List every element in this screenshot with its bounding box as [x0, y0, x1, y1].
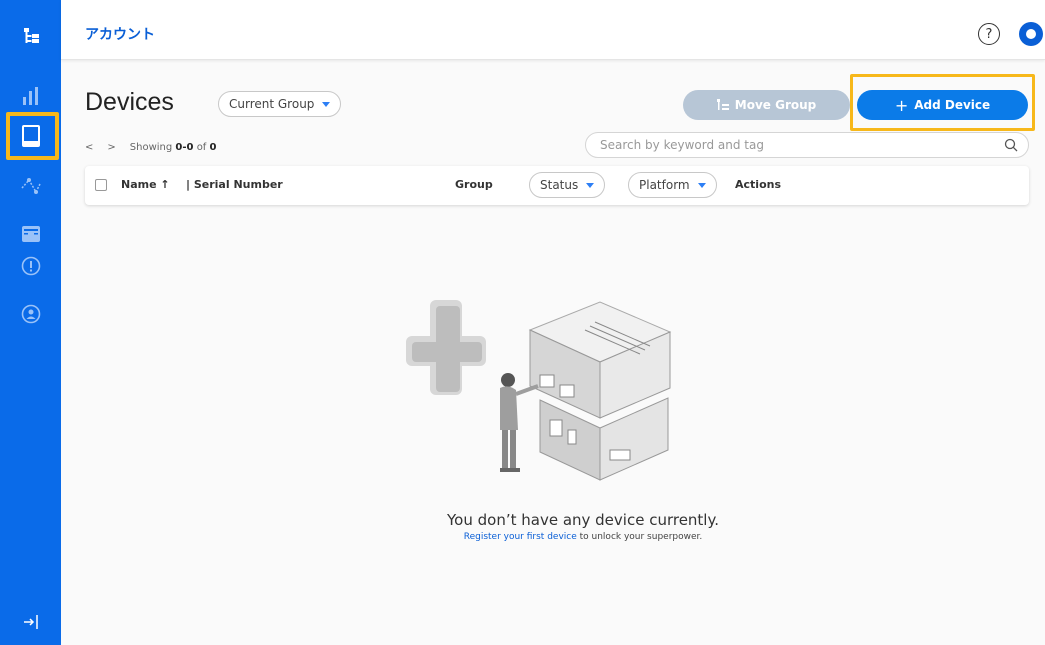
- move-group-button[interactable]: Move Group: [683, 90, 850, 120]
- status-filter-dropdown[interactable]: Status: [529, 172, 606, 198]
- search-icon[interactable]: [1004, 138, 1018, 152]
- move-group-label: Move Group: [734, 98, 817, 112]
- search-placeholder: Search by keyword and tag: [600, 138, 764, 152]
- chevron-down-icon: [586, 182, 595, 188]
- empty-state-subtitle-rest: to unlock your superpower.: [576, 532, 703, 542]
- col-serial-number[interactable]: | Serial Number: [186, 178, 283, 191]
- page-title: Devices: [85, 88, 174, 116]
- chevron-down-icon: [697, 182, 706, 188]
- top-bar: アカウント ?: [61, 0, 1045, 60]
- bar-chart-icon[interactable]: [0, 78, 61, 114]
- search-input[interactable]: Search by keyword and tag: [585, 132, 1029, 158]
- collapse-icon[interactable]: [0, 604, 61, 640]
- next-page-icon[interactable]: >: [107, 142, 115, 153]
- group-filter-dropdown[interactable]: Current Group: [218, 91, 342, 117]
- device-table-header: Name ↑ | Serial Number Group Status Plat…: [85, 166, 1029, 205]
- of-label: of: [196, 141, 207, 153]
- empty-state-illustration: [406, 300, 672, 481]
- group-filter-label: Current Group: [229, 97, 315, 111]
- device-nav-highlight: [6, 112, 59, 160]
- col-actions: Actions: [735, 178, 781, 191]
- pagination-summary: Showing 0-0 of 0: [130, 142, 217, 153]
- range-value: 0-0: [175, 141, 194, 153]
- account-label[interactable]: アカウント: [85, 24, 155, 44]
- add-device-highlight: [850, 74, 1035, 131]
- tree-icon: [716, 99, 729, 110]
- alert-icon[interactable]: [0, 248, 61, 284]
- col-name[interactable]: Name ↑: [121, 178, 170, 191]
- empty-state-title: You don’t have any device currently.: [447, 511, 719, 529]
- tree-icon[interactable]: [0, 18, 61, 54]
- sidebar: [0, 0, 61, 645]
- user-shield-icon[interactable]: [0, 296, 61, 332]
- prev-page-icon[interactable]: <: [85, 142, 93, 153]
- col-group: Group: [455, 178, 493, 191]
- network-icon[interactable]: [0, 168, 61, 204]
- platform-filter-label: Platform: [639, 178, 690, 192]
- select-all-checkbox[interactable]: [95, 179, 107, 191]
- total-value: 0: [209, 141, 217, 153]
- help-icon[interactable]: ?: [978, 23, 1000, 45]
- platform-filter-dropdown[interactable]: Platform: [628, 172, 717, 198]
- pagination: < > Showing 0-0 of 0: [85, 138, 216, 156]
- chevron-down-icon: [322, 101, 331, 107]
- status-filter-label: Status: [540, 178, 579, 192]
- empty-state-subtitle: Register your first device to unlock you…: [0, 532, 1045, 542]
- register-device-link[interactable]: Register your first device: [464, 532, 577, 542]
- inbox-icon[interactable]: [0, 216, 61, 252]
- showing-label: Showing: [129, 141, 173, 153]
- user-avatar-icon[interactable]: [1019, 22, 1043, 46]
